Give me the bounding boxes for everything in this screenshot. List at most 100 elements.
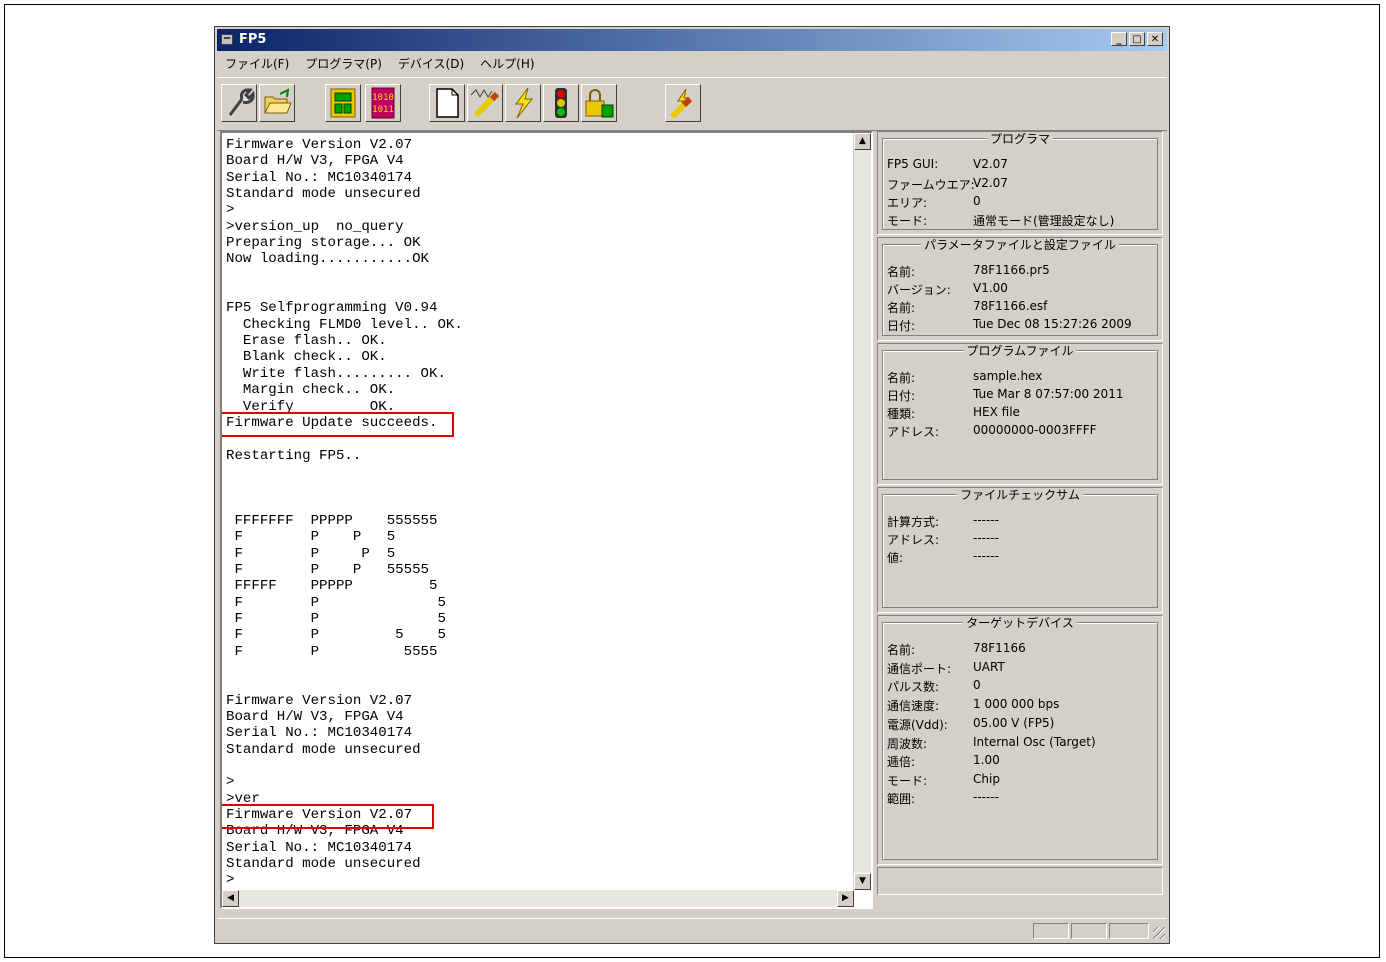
close-button[interactable]: ✕ xyxy=(1147,32,1163,46)
param-value: V1.00 xyxy=(973,281,1008,295)
checksum-value: ------ xyxy=(973,549,999,563)
signal-wave-icon xyxy=(470,88,500,118)
lightning-icon xyxy=(515,87,534,119)
target-device-title: ターゲットデバイス xyxy=(963,616,1077,630)
maximize-button[interactable]: □ xyxy=(1129,32,1145,46)
signal-button[interactable] xyxy=(467,84,503,122)
toolbar: 1010 1011 xyxy=(217,77,1167,131)
svg-text:1010: 1010 xyxy=(372,93,394,103)
menu-file[interactable]: ファイル(F) xyxy=(217,53,297,73)
programmer-label: FP5 GUI: xyxy=(887,157,939,171)
arrow-down-icon: ▼ xyxy=(859,876,866,886)
param-value: 78F1166.esf xyxy=(973,299,1048,313)
app-icon xyxy=(221,34,233,45)
progfile-label: 名前: xyxy=(887,371,916,385)
param-value: Tue Dec 08 15:27:26 2009 xyxy=(973,317,1132,331)
scroll-left-button[interactable]: ◀ xyxy=(222,890,239,907)
target-label: 通信速度: xyxy=(887,699,940,713)
checksum-panel: ファイルチェックサム 計算方式: ------ アドレス: ------ 値: ---… xyxy=(877,487,1163,613)
traffic-light-icon xyxy=(555,88,567,118)
wrench-icon xyxy=(228,88,255,116)
blank-page-button[interactable] xyxy=(429,84,465,122)
highlight-update-succeeds xyxy=(222,412,454,437)
binary-icon: 1010 1011 xyxy=(371,87,395,119)
binary-button[interactable]: 1010 1011 xyxy=(365,84,401,122)
horizontal-scrollbar[interactable]: ◀ ▶ xyxy=(222,890,854,907)
target-value: 05.00 V (FP5) xyxy=(973,716,1055,730)
target-value: 1.00 xyxy=(973,753,1000,767)
target-value: 1 000 000 bps xyxy=(973,697,1060,711)
target-label: 名前: xyxy=(887,643,916,657)
target-value: Internal Osc (Target) xyxy=(973,735,1096,749)
programmer-label: エリア: xyxy=(887,196,928,210)
resize-grip-icon[interactable] xyxy=(1153,927,1165,939)
arrow-up-icon: ▲ xyxy=(859,136,866,146)
app-window: FP5 _ □ ✕ ファイル(F) プログラマ(P) デバイス(D) ヘルプ(H… xyxy=(214,26,1170,944)
param-label: 名前: xyxy=(887,265,916,279)
checksum-title: ファイルチェックサム xyxy=(957,488,1083,502)
progfile-value: 00000000-0003FFFF xyxy=(973,423,1097,437)
open-file-button[interactable] xyxy=(259,84,295,122)
arrow-left-icon: ◀ xyxy=(227,893,234,903)
parameter-file-panel: パラメータファイルと設定ファイル 名前: 78F1166.pr5 バージョン: V1… xyxy=(877,237,1163,341)
traffic-light-button[interactable] xyxy=(543,84,579,122)
chip-button[interactable] xyxy=(325,84,361,122)
progfile-label: 種類: xyxy=(887,407,916,421)
scroll-right-button[interactable]: ▶ xyxy=(837,890,854,907)
target-label: 通信ポート: xyxy=(887,662,952,676)
scroll-up-button[interactable]: ▲ xyxy=(854,133,871,150)
param-label: 名前: xyxy=(887,301,916,315)
console-log: Firmware Version V2.07 Board H/W V3, FPG… xyxy=(226,137,463,889)
checksum-value: ------ xyxy=(973,513,999,527)
chip-icon xyxy=(330,88,356,118)
auto-procedure-button[interactable] xyxy=(665,84,701,122)
target-label: パルス数: xyxy=(887,680,940,694)
progfile-label: アドレス: xyxy=(887,425,940,439)
target-value: ------ xyxy=(973,790,999,804)
console-output[interactable]: Firmware Version V2.07 Board H/W V3, FPG… xyxy=(220,131,873,909)
programmer-value: V2.07 xyxy=(973,157,1008,171)
target-value: Chip xyxy=(973,772,1000,786)
program-file-panel: プログラムファイル 名前: sample.hex 日付: Tue Mar 8 07:… xyxy=(877,343,1163,485)
param-label: バージョン: xyxy=(887,283,951,297)
lock-icon xyxy=(585,89,614,118)
program-file-title: プログラムファイル xyxy=(963,344,1077,358)
target-label: 周波数: xyxy=(887,737,928,751)
minimize-button[interactable]: _ xyxy=(1111,32,1127,46)
checksum-label: 値: xyxy=(887,551,904,565)
folder-open-icon xyxy=(264,88,292,114)
security-button[interactable] xyxy=(581,84,617,122)
checksum-value: ------ xyxy=(973,531,999,545)
target-value: UART xyxy=(973,660,1005,674)
target-value: 78F1166 xyxy=(973,641,1026,655)
param-label: 日付: xyxy=(887,319,916,333)
programmer-value: 0 xyxy=(973,194,981,208)
progfile-value: HEX file xyxy=(973,405,1020,419)
svg-text:1011: 1011 xyxy=(372,105,394,115)
target-label: 電源(Vdd): xyxy=(887,718,948,732)
progress-area xyxy=(877,867,1163,895)
title-bar[interactable]: FP5 _ □ ✕ xyxy=(217,29,1167,51)
param-value: 78F1166.pr5 xyxy=(973,263,1050,277)
menu-help[interactable]: ヘルプ(H) xyxy=(472,53,542,73)
progfile-value: Tue Mar 8 07:57:00 2011 xyxy=(973,387,1124,401)
target-device-panel: ターゲットデバイス 名前: 78F1166 通信ポート: UART パルス数: 0 通… xyxy=(877,615,1163,865)
status-cell xyxy=(1033,923,1069,939)
vertical-scrollbar[interactable]: ▲ ▼ xyxy=(853,133,871,890)
checksum-label: 計算方式: xyxy=(887,515,940,529)
menu-device[interactable]: デバイス(D) xyxy=(390,53,472,73)
page-icon xyxy=(436,88,459,118)
programmer-label: ファームウエア: xyxy=(887,178,975,192)
status-cell xyxy=(1109,923,1149,939)
target-label: モード: xyxy=(887,774,928,788)
menu-programmer[interactable]: プログラマ(P) xyxy=(297,53,390,73)
target-label: 範囲: xyxy=(887,792,916,806)
scroll-down-button[interactable]: ▼ xyxy=(854,873,871,890)
setup-button[interactable] xyxy=(221,84,257,122)
parameter-file-title: パラメータファイルと設定ファイル xyxy=(921,238,1119,252)
status-cell xyxy=(1071,923,1107,939)
highlight-firmware-version xyxy=(222,804,434,829)
programmer-title: プログラマ xyxy=(986,132,1053,146)
status-bar xyxy=(217,918,1167,941)
lightning-button[interactable] xyxy=(505,84,541,122)
